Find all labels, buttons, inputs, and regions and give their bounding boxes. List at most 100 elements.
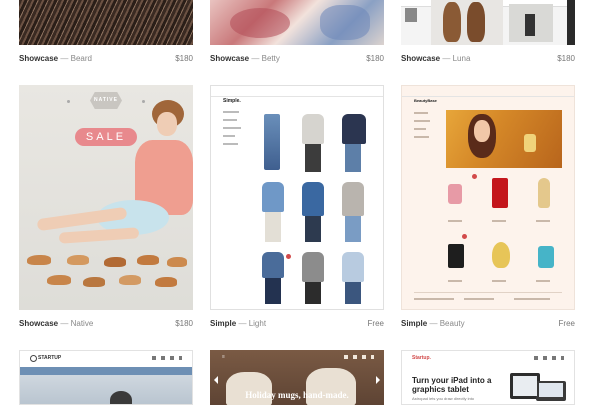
laptop-screen [539,383,563,397]
carousel-arrow-left[interactable] [214,376,218,384]
theme-name[interactable]: Showcase [210,54,249,63]
model-face [474,120,490,142]
figure [525,14,535,36]
theme-thumbnail-mugs[interactable]: ≡ Holiday mugs, hand-made. [210,350,384,405]
product-shirt [262,182,284,212]
fabric-shape [320,5,370,40]
footer-text [514,298,550,300]
theme-caption: Simple — Light Free [210,319,384,328]
shoe [155,277,177,287]
sidebar-menu [223,111,243,151]
shoe [83,277,105,287]
model-face [157,112,177,136]
product-jeans-6 [345,282,361,304]
theme-thumbnail-startup[interactable]: STARTUP [19,350,193,405]
sale-label: SALE [85,131,127,143]
startup-logo: STARTUP [38,355,62,361]
nav-dot [142,100,145,103]
theme-price: $180 [175,54,193,63]
nav-icons [534,356,564,360]
nav-dot [67,100,70,103]
product-knit [342,182,364,216]
product-perfume-teal [538,246,554,268]
theme-price: Free [367,319,384,328]
nav-icons [344,355,374,359]
theme-name[interactable]: Showcase [401,54,440,63]
shoe [27,255,51,265]
theme-name[interactable]: Showcase [19,319,58,328]
product-hoodie [302,252,324,282]
sidebar-menu [414,112,434,144]
theme-caption: Showcase — Beard $180 [19,54,193,63]
footer-text [414,298,454,300]
startup-logo-icon [30,355,37,362]
product-shirt-3 [342,252,364,282]
price-line [448,220,560,222]
native-logo: NATIVE [94,97,118,103]
product-sweater [302,114,324,144]
theme-name[interactable]: Simple [210,319,236,328]
hero-photo [20,375,192,404]
theme-variant: Beauty [439,319,465,328]
theme-variant: Light [248,319,267,328]
theme-thumbnail-tablet[interactable]: Startup. Turn your iPad into a graphics … [401,350,575,405]
mini-nav-bar [402,86,574,97]
theme-variant: Native [70,319,94,328]
theme-caption: Showcase — Luna $180 [401,54,575,63]
dark-edge [567,0,575,45]
product-grid [256,112,376,304]
product-perfume-pink [448,184,462,204]
theme-thumbnail-luna[interactable] [401,0,575,45]
mini-nav-bar [211,86,383,97]
theme-thumbnail-beard[interactable] [19,0,193,45]
tablet-screen [513,376,537,396]
theme-name[interactable]: Simple [401,319,427,328]
theme-thumbnail-simple-beauty[interactable]: BeautyBase [401,85,575,310]
theme-variant: Betty [261,54,280,63]
beauty-logo: BeautyBase [414,98,437,103]
product-perfume-gold [538,178,550,208]
product-perfume-red [492,178,508,208]
theme-caption: Showcase — Native $180 [19,319,193,328]
carousel-arrow-right[interactable] [376,376,380,384]
shoe [67,255,89,265]
product-pants-2 [305,282,321,304]
product-jeans-5 [265,278,281,304]
footer-text [464,298,494,300]
fabric-shape [230,8,290,38]
theme-thumbnail-simple-light[interactable]: Simple. [210,85,384,310]
shoe-right [467,2,485,42]
shoe [167,257,187,267]
footer-line [414,292,562,293]
sale-dot [472,174,477,179]
product-chinos [265,212,281,242]
product-jeans-2 [345,144,361,172]
price-line [448,280,560,282]
theme-price: $180 [175,319,193,328]
theme-thumbnail-betty[interactable] [210,0,384,45]
product-perfume-black [448,244,464,268]
theme-caption: Simple — Beauty Free [401,319,575,328]
theme-thumbnail-native[interactable]: NATIVE SALE [19,85,193,310]
shoe [119,275,141,285]
tablet-logo: Startup. [412,355,431,361]
theme-name[interactable]: Showcase [19,54,58,63]
photo-left [405,8,417,22]
theme-variant: Beard [70,54,92,63]
tablet-title: Turn your iPad into a graphics tablet [412,376,492,394]
product-jeans [264,114,280,170]
mugs-logo: ≡ [222,354,225,360]
theme-caption: Showcase — Betty $180 [210,54,384,63]
nav-icons [152,356,182,360]
product-vest [262,252,284,278]
product-shirt-2 [302,182,324,216]
model-legs [58,227,140,244]
hero-figure [110,391,132,404]
shoe [47,275,71,285]
hero-image [446,110,562,168]
perfume-bottle [524,134,536,152]
shoe [137,255,159,265]
simple-logo: Simple. [223,98,241,104]
shoe [104,257,126,267]
menu-bar [20,367,192,375]
